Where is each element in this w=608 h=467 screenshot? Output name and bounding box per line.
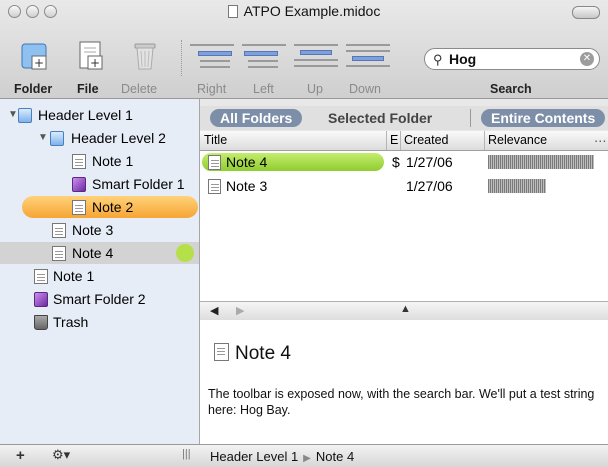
- breadcrumb: Header Level 1 ▶ Note 4: [210, 449, 354, 464]
- smart-folder-icon: [34, 292, 48, 307]
- note-body[interactable]: The toolbar is exposed now, with the sea…: [208, 386, 600, 418]
- window-title: ATPO Example.midoc: [0, 3, 608, 19]
- note-icon: [72, 200, 86, 215]
- relevance-bar: [488, 179, 546, 193]
- sidebar-item-note-4[interactable]: Note 4: [0, 242, 199, 264]
- search-scope-bar: All Folders Selected Folder Entire Conte…: [200, 106, 608, 130]
- move-up-icon: [294, 42, 338, 72]
- app-window: ATPO Example.midoc + Folder + File Delet…: [0, 0, 608, 467]
- note-editor[interactable]: Note 4 The toolbar is exposed now, with …: [200, 320, 608, 444]
- delete-label: Delete: [121, 82, 158, 96]
- add-icon[interactable]: +: [16, 447, 25, 464]
- sidebar-item-trash[interactable]: Trash: [0, 311, 199, 333]
- note-icon: [34, 269, 48, 284]
- sidebar-item-header-level-1[interactable]: ▼ Header Level 1: [0, 104, 199, 126]
- gear-menu-icon[interactable]: ⚙▾: [52, 447, 70, 463]
- scroll-left-arrow-icon[interactable]: ◀: [210, 304, 218, 317]
- title-toolbar: ATPO Example.midoc + Folder + File Delet…: [0, 0, 608, 99]
- up-label: Up: [307, 82, 323, 96]
- sidebar-item-note-2[interactable]: Note 2: [0, 196, 199, 218]
- file-label: File: [77, 82, 99, 96]
- search-icon: ⚲: [433, 52, 443, 67]
- disclosure-triangle-icon[interactable]: ▼: [38, 127, 48, 149]
- relevance-bar: [488, 155, 594, 169]
- breadcrumb-item[interactable]: Header Level 1: [210, 449, 298, 464]
- note-icon: [208, 179, 221, 194]
- table-header: Title E Created Relevance ⋯: [200, 131, 608, 151]
- breadcrumb-item[interactable]: Note 4: [316, 449, 354, 464]
- column-title[interactable]: Title: [204, 133, 227, 147]
- horizontal-scrollbar[interactable]: ◀ ▶ ▲: [200, 301, 608, 321]
- search-label: Search: [490, 82, 532, 96]
- scope-selected-folder[interactable]: Selected Folder: [318, 109, 442, 127]
- column-created[interactable]: Created: [404, 133, 448, 147]
- sidebar-item-note-1-root[interactable]: Note 1: [0, 265, 199, 287]
- note-icon: [52, 223, 66, 238]
- note-icon: [52, 246, 66, 261]
- drop-target-indicator: [176, 244, 194, 262]
- svg-text:+: +: [90, 56, 100, 70]
- sidebar-item-smart-folder-2[interactable]: Smart Folder 2: [0, 288, 199, 310]
- column-e[interactable]: E: [390, 133, 398, 147]
- document-icon: [227, 5, 238, 18]
- table-row[interactable]: Note 3 1/27/06: [200, 175, 608, 197]
- move-down-icon: [346, 42, 390, 72]
- folder-icon: [18, 108, 32, 123]
- breadcrumb-arrow-icon: ▶: [303, 453, 311, 464]
- new-folder-icon: +: [21, 43, 47, 70]
- scope-all-folders[interactable]: All Folders: [210, 109, 303, 127]
- smart-folder-icon: [72, 177, 86, 192]
- folder-icon: [50, 131, 64, 146]
- new-file-icon: +: [79, 41, 103, 70]
- right-label: Right: [197, 82, 227, 96]
- note-title: Note 4: [214, 343, 291, 365]
- scope-entire-contents[interactable]: Entire Contents: [481, 109, 606, 127]
- results-table: Title E Created Relevance ⋯ Note 4 $ 1/2…: [200, 131, 608, 301]
- resize-grip-icon[interactable]: |||: [182, 448, 191, 460]
- sidebar-item-note-3[interactable]: Note 3: [0, 219, 199, 241]
- scope-divider: [470, 109, 471, 127]
- left-label: Left: [253, 82, 274, 96]
- sidebar-item-header-level-2[interactable]: ▼ Header Level 2: [0, 127, 199, 149]
- scroll-right-arrow-icon[interactable]: ▶: [236, 304, 244, 317]
- column-options-icon[interactable]: ⋯: [594, 133, 607, 148]
- sidebar: ▼ Header Level 1 ▼ Header Level 2 Note 1…: [0, 99, 200, 444]
- move-left-icon: [242, 42, 286, 72]
- toolbar-toggle-button[interactable]: [572, 6, 600, 19]
- toolbar-separator: [181, 40, 183, 76]
- split-handle-icon[interactable]: ▲: [400, 303, 411, 315]
- trash-icon: [34, 315, 48, 330]
- trash-can-icon: [134, 43, 156, 70]
- note-icon: [208, 155, 221, 170]
- note-icon: [214, 343, 229, 361]
- move-right-icon: [190, 42, 234, 72]
- folder-label: Folder: [14, 82, 53, 96]
- search-field[interactable]: ⚲ Hog ✕: [424, 48, 600, 70]
- down-label: Down: [349, 82, 381, 96]
- svg-text:+: +: [34, 56, 44, 70]
- bottom-bar: + ⚙▾ ||| Header Level 1 ▶ Note 4: [0, 444, 608, 467]
- sidebar-item-smart-folder-1[interactable]: Smart Folder 1: [0, 173, 199, 195]
- clear-search-icon[interactable]: ✕: [580, 52, 594, 66]
- disclosure-triangle-icon[interactable]: ▼: [8, 104, 18, 126]
- sidebar-item-note-1[interactable]: Note 1: [0, 150, 199, 172]
- table-row[interactable]: Note 4 $ 1/27/06: [200, 151, 608, 173]
- note-icon: [72, 154, 86, 169]
- column-relevance[interactable]: Relevance: [488, 133, 547, 147]
- search-value: Hog: [449, 51, 477, 67]
